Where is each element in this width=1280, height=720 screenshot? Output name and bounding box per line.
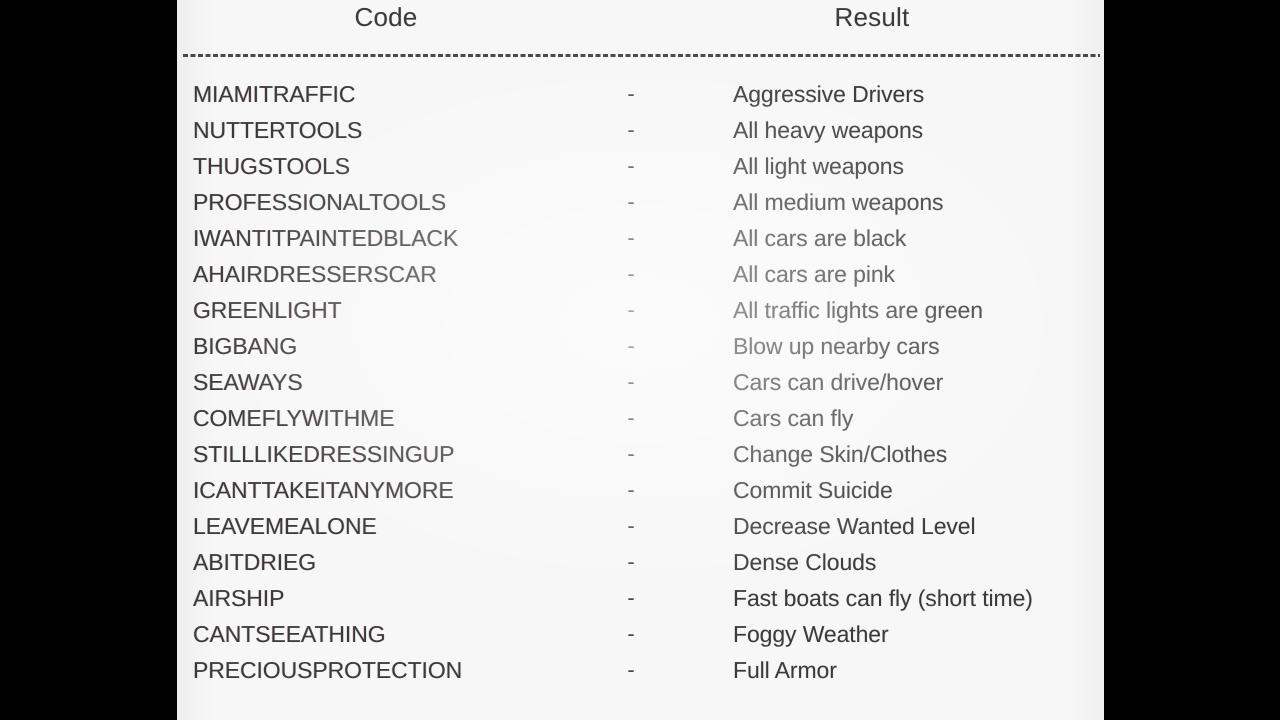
cheat-code-cell: SEAWAYS	[193, 369, 303, 395]
cheat-code-cell: AHAIRDRESSERSCAR	[193, 261, 437, 287]
cheat-result-cell: Commit Suicide	[733, 477, 893, 503]
table-row: COMEFLYWITHME - Cars can fly	[177, 400, 1104, 436]
row-separator-dash: -	[627, 261, 635, 286]
cheat-result-cell: All medium weapons	[733, 189, 944, 215]
column-header-result: Result	[834, 2, 910, 32]
cheat-result-cell: Blow up nearby cars	[733, 333, 940, 359]
cheat-result-cell: Cars can fly	[733, 405, 854, 431]
table-row: BIGBANG - Blow up nearby cars	[177, 328, 1104, 364]
table-row: AHAIRDRESSERSCAR - All cars are pink	[177, 256, 1104, 292]
row-separator-dash: -	[627, 585, 635, 610]
cheat-result-cell: All cars are black	[733, 225, 907, 251]
cheat-result-cell: Dense Clouds	[733, 549, 877, 575]
video-frame: Code Result MIAMITRAFFIC - Aggressive Driv…	[0, 0, 1280, 720]
table-row: NUTTERTOOLS - All heavy weapons	[177, 112, 1104, 148]
table-row: LEAVEMEALONE - Decrease Wanted Level	[177, 508, 1104, 544]
row-separator-dash: -	[627, 333, 635, 358]
table-row: IWANTITPAINTEDBLACK - All cars are black	[177, 220, 1104, 256]
row-separator-dash: -	[627, 513, 635, 538]
cheat-code-cell: CANTSEEATHING	[193, 621, 386, 647]
table-header-row: Code Result	[177, 2, 1104, 46]
row-separator-dash: -	[627, 297, 635, 322]
cheat-result-cell: All heavy weapons	[733, 117, 924, 143]
cheat-result-cell: Change Skin/Clothes	[733, 441, 948, 467]
table-row: MIAMITRAFFIC - Aggressive Drivers	[177, 76, 1104, 112]
cheat-code-cell: COMEFLYWITHME	[193, 405, 395, 431]
cheat-code-cell: ABITDRIEG	[193, 549, 317, 575]
cheat-result-cell: Full Armor	[733, 657, 837, 683]
row-separator-dash: -	[627, 225, 635, 250]
cheat-code-cell: PROFESSIONALTOOLS	[193, 189, 447, 215]
cheat-result-cell: Aggressive Drivers	[733, 81, 925, 107]
cheat-result-cell: Decrease Wanted Level	[733, 513, 976, 539]
cheat-code-cell: AIRSHIP	[193, 585, 285, 611]
cheat-code-cell: LEAVEMEALONE	[193, 513, 377, 539]
cheat-result-cell: All traffic lights are green	[733, 297, 983, 323]
table-row: THUGSTOOLS - All light weapons	[177, 148, 1104, 184]
cheat-code-cell: NUTTERTOOLS	[193, 117, 363, 143]
row-separator-dash: -	[627, 405, 635, 430]
row-separator-dash: -	[627, 441, 635, 466]
cheat-result-cell: Fast boats can fly (short time)	[733, 585, 1033, 611]
table-row: ICANTTAKEITANYMORE - Commit Suicide	[177, 472, 1104, 508]
cheat-code-table-body: MIAMITRAFFIC - Aggressive Drivers NUTTERTOO…	[177, 76, 1104, 688]
table-row: STILLLIKEDRESSINGUP - Change Skin/Clothes	[177, 436, 1104, 472]
table-row: GREENLIGHT - All traffic lights are green	[177, 292, 1104, 328]
row-separator-dash: -	[627, 189, 635, 214]
cheat-code-cell: THUGSTOOLS	[193, 153, 351, 179]
row-separator-dash: -	[627, 549, 635, 574]
column-header-code: Code	[354, 2, 418, 32]
row-separator-dash: -	[627, 621, 635, 646]
cheat-code-cell: GREENLIGHT	[193, 297, 342, 323]
cheat-code-table-page: Code Result MIAMITRAFFIC - Aggressive Driv…	[177, 0, 1104, 720]
table-row: PROFESSIONALTOOLS - All medium weapons	[177, 184, 1104, 220]
cheat-code-cell: IWANTITPAINTEDBLACK	[193, 225, 459, 251]
row-separator-dash: -	[627, 81, 635, 106]
row-separator-dash: -	[627, 477, 635, 502]
cheat-code-cell: STILLLIKEDRESSINGUP	[193, 441, 455, 467]
table-row: CANTSEEATHING - Foggy Weather	[177, 616, 1104, 652]
header-dashed-divider	[183, 54, 1100, 57]
row-separator-dash: -	[627, 153, 635, 178]
table-row: PRECIOUSPROTECTION - Full Armor	[177, 652, 1104, 688]
cheat-result-cell: Cars can drive/hover	[733, 369, 944, 395]
table-row: ABITDRIEG - Dense Clouds	[177, 544, 1104, 580]
cheat-code-cell: BIGBANG	[193, 333, 298, 359]
cheat-code-cell: MIAMITRAFFIC	[193, 81, 356, 107]
table-row: AIRSHIP - Fast boats can fly (short time)	[177, 580, 1104, 616]
table-row: SEAWAYS - Cars can drive/hover	[177, 364, 1104, 400]
cheat-result-cell: Foggy Weather	[733, 621, 889, 647]
cheat-code-cell: ICANTTAKEITANYMORE	[193, 477, 454, 503]
cheat-result-cell: All cars are pink	[733, 261, 895, 287]
cheat-result-cell: All light weapons	[733, 153, 904, 179]
row-separator-dash: -	[627, 657, 635, 682]
row-separator-dash: -	[627, 369, 635, 394]
cheat-code-cell: PRECIOUSPROTECTION	[193, 657, 463, 683]
row-separator-dash: -	[627, 117, 635, 142]
